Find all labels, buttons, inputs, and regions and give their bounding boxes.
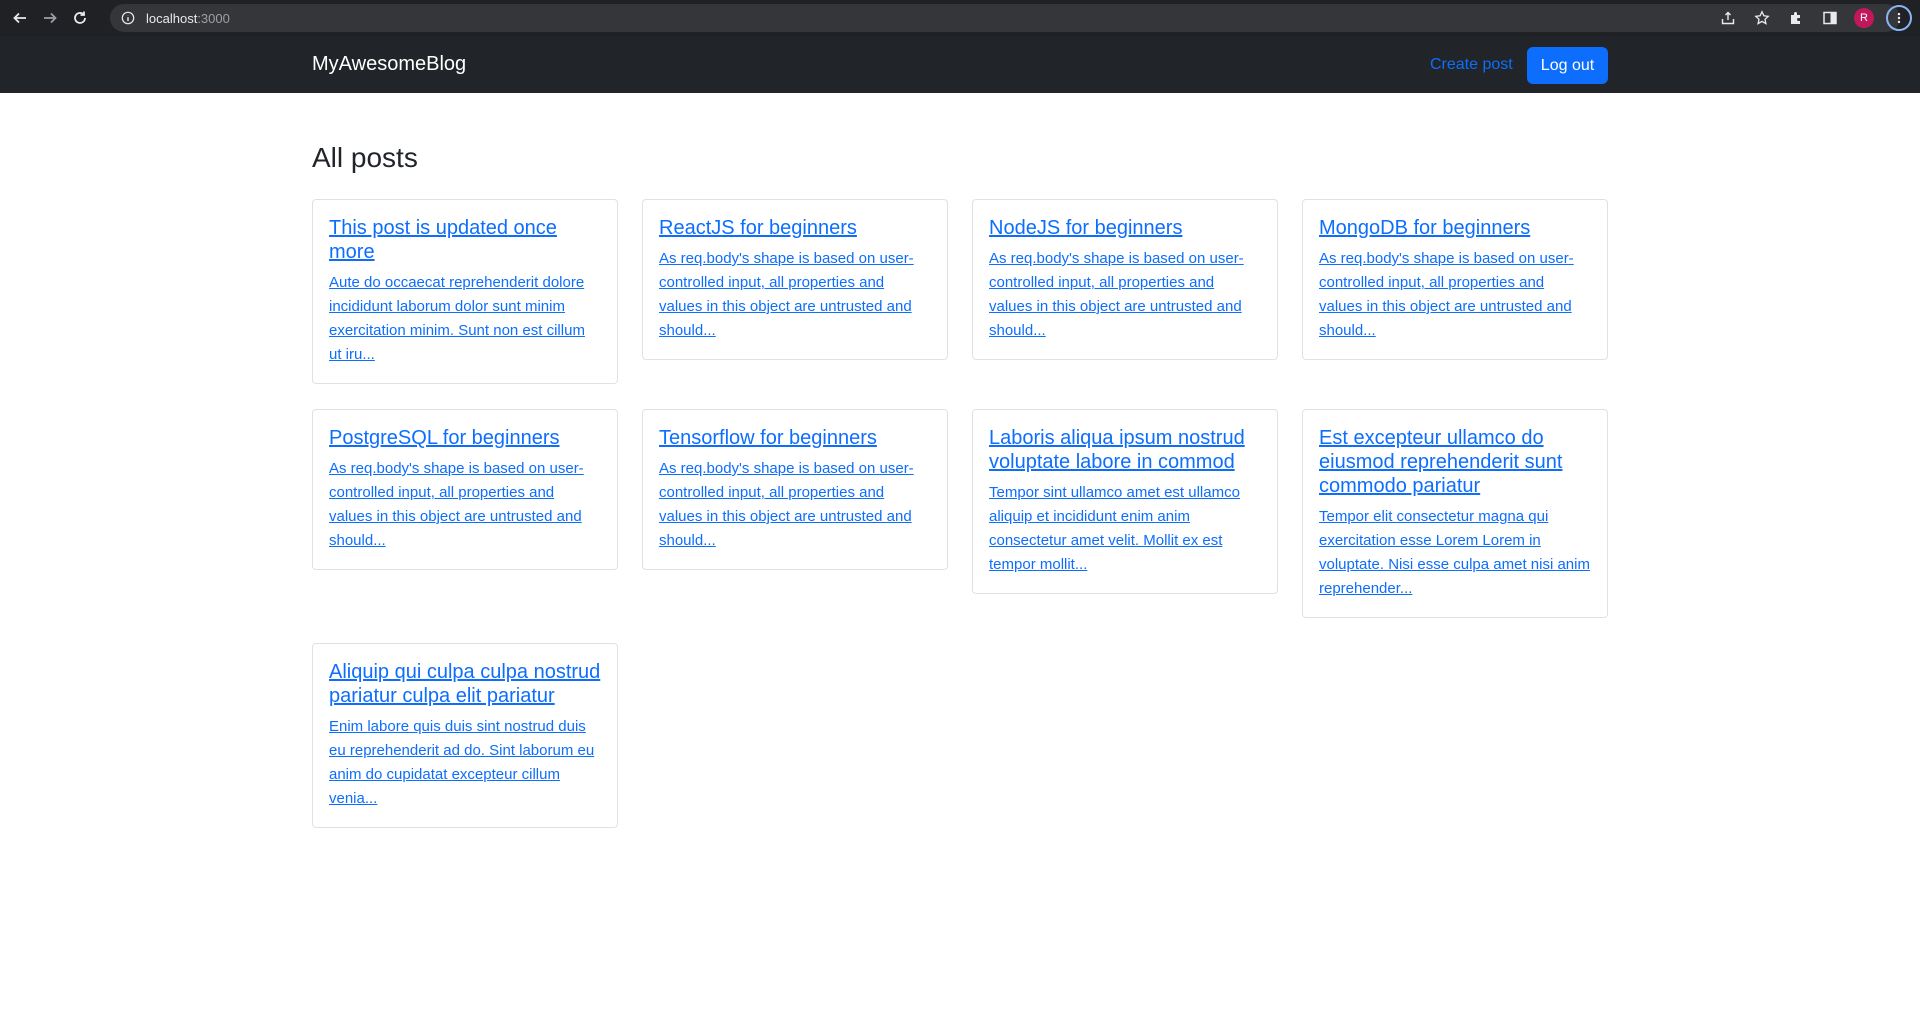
post-title-link[interactable]: PostgreSQL for beginners	[329, 426, 601, 450]
reload-icon	[74, 11, 86, 24]
back-button[interactable]	[8, 6, 32, 30]
post-title-link[interactable]: Laboris aliqua ipsum nostrud voluptate l…	[989, 426, 1261, 474]
post-title-link[interactable]: Aliquip qui culpa culpa nostrud pariatur…	[329, 660, 601, 708]
create-post-link[interactable]: Create post	[1430, 56, 1513, 74]
post-card: This post is updated once more Aute do o…	[312, 199, 618, 384]
url-text: localhost:3000	[146, 11, 230, 26]
brand-link[interactable]: MyAwesomeBlog	[312, 53, 466, 76]
browser-menu-button[interactable]	[1886, 5, 1912, 31]
forward-button[interactable]	[38, 6, 62, 30]
bookmark-button[interactable]	[1750, 6, 1774, 30]
post-card: Laboris aliqua ipsum nostrud voluptate l…	[972, 409, 1278, 594]
post-title-link[interactable]: MongoDB for beginners	[1319, 216, 1591, 240]
post-card: Aliquip qui culpa culpa nostrud pariatur…	[312, 643, 618, 828]
post-title-link[interactable]: Est excepteur ullamco do eiusmod reprehe…	[1319, 426, 1591, 498]
page-title: All posts	[312, 142, 418, 173]
url-host: localhost	[146, 10, 198, 26]
side-panel-icon	[1823, 11, 1837, 25]
post-excerpt-link[interactable]: Tempor sint ullamco amet est ullamco ali…	[989, 481, 1261, 577]
post-title-link[interactable]: ReactJS for beginners	[659, 216, 931, 240]
avatar: R	[1854, 8, 1874, 28]
post-card: ReactJS for beginners As req.body's shap…	[642, 199, 948, 360]
post-title-link[interactable]: NodeJS for beginners	[989, 216, 1261, 240]
post-card: MongoDB for beginners As req.body's shap…	[1302, 199, 1608, 360]
arrow-right-icon	[44, 12, 57, 24]
logout-button[interactable]: Log out	[1527, 47, 1608, 84]
reload-button[interactable]	[68, 6, 92, 30]
post-card: Tensorflow for beginners As req.body's s…	[642, 409, 948, 570]
share-button[interactable]	[1716, 6, 1740, 30]
more-vertical-icon	[1897, 12, 1901, 24]
post-title-link[interactable]: This post is updated once more	[329, 216, 601, 264]
url-port: :3000	[197, 10, 230, 26]
post-excerpt-link[interactable]: As req.body's shape is based on user-con…	[659, 457, 931, 553]
browser-toolbar: localhost:3000 R	[0, 0, 1920, 36]
extensions-button[interactable]	[1784, 6, 1808, 30]
site-info-icon[interactable]	[120, 10, 136, 26]
post-excerpt-link[interactable]: Tempor elit consectetur magna qui exerci…	[1319, 505, 1591, 601]
browser-actions: R	[1716, 5, 1912, 31]
share-icon	[1721, 11, 1735, 25]
post-title-link[interactable]: Tensorflow for beginners	[659, 426, 931, 450]
site-navbar: MyAwesomeBlog Create post Log out	[0, 36, 1920, 93]
side-panel-button[interactable]	[1818, 6, 1842, 30]
arrow-left-icon	[13, 12, 26, 24]
post-excerpt-link[interactable]: As req.body's shape is based on user-con…	[329, 457, 601, 553]
post-excerpt-link[interactable]: Enim labore quis duis sint nostrud duis …	[329, 715, 601, 811]
star-icon	[1754, 10, 1770, 25]
post-excerpt-link[interactable]: As req.body's shape is based on user-con…	[659, 247, 931, 343]
post-excerpt-link[interactable]: Aute do occaecat reprehenderit dolore in…	[329, 271, 601, 367]
post-excerpt-link[interactable]: As req.body's shape is based on user-con…	[1319, 247, 1591, 343]
address-bar[interactable]: localhost:3000	[110, 4, 1900, 32]
profile-button[interactable]: R	[1852, 6, 1876, 30]
post-card: PostgreSQL for beginners As req.body's s…	[312, 409, 618, 570]
post-card: Est excepteur ullamco do eiusmod reprehe…	[1302, 409, 1608, 618]
post-excerpt-link[interactable]: As req.body's shape is based on user-con…	[989, 247, 1261, 343]
post-card: NodeJS for beginners As req.body's shape…	[972, 199, 1278, 360]
puzzle-icon	[1791, 12, 1800, 24]
